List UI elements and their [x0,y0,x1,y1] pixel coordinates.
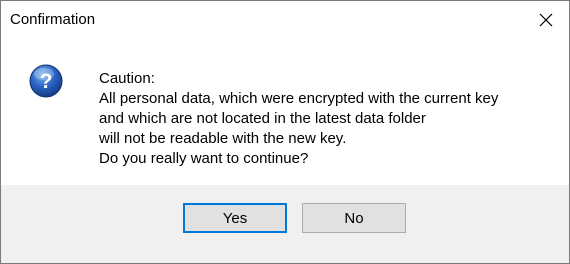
close-button[interactable] [523,1,569,39]
message-line: Caution: [99,70,155,87]
question-icon: ? [29,64,63,98]
message-line: All personal data, which were encrypted … [99,90,499,107]
close-icon [539,13,553,27]
dialog-content: ? Caution: All personal data, which were… [1,39,569,185]
button-bar: Yes No [1,185,569,263]
dialog-title: Confirmation [10,11,96,28]
confirmation-dialog: Confirmation ? Caution: All personal dat… [0,0,570,264]
message-line: and which are not located in the latest … [99,110,426,127]
message-line: will not be readable with the new key. [99,130,347,147]
title-bar[interactable]: Confirmation [1,1,569,39]
message-line: Do you really want to continue? [99,150,309,167]
no-button[interactable]: No [302,203,406,233]
message-text: Caution: All personal data, which were e… [99,69,498,169]
yes-button[interactable]: Yes [183,203,287,233]
question-glyph: ? [40,70,53,93]
